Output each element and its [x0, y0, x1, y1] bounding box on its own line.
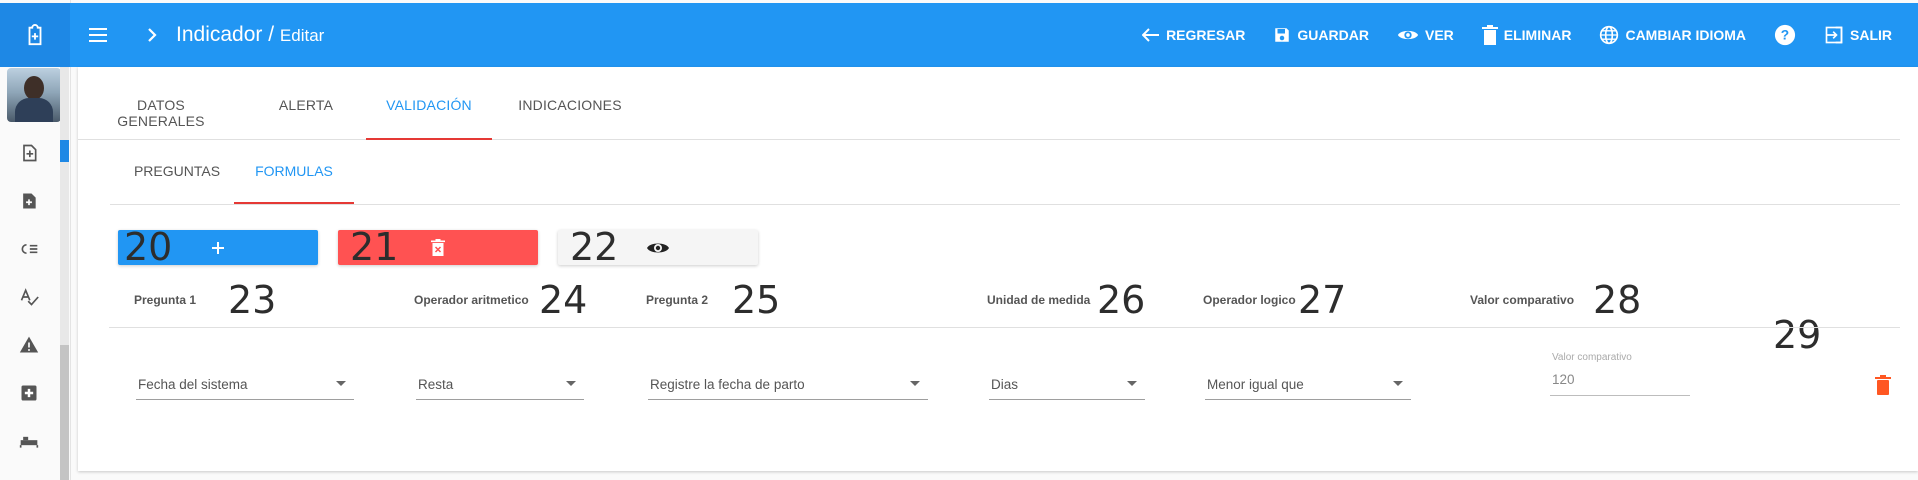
plus-icon [212, 241, 224, 254]
pregunta2-value: Registre la fecha de parto [650, 377, 805, 392]
dropdown-arrow-icon [910, 381, 920, 386]
top-app-bar: Indicador / Editar REGRESAR GUARDAR VER … [0, 3, 1918, 67]
sub-tabs: PREGUNTAS FORMULAS [110, 139, 1900, 205]
dropdown-arrow-icon [336, 381, 346, 386]
valor-comparativo-field[interactable] [1550, 365, 1690, 396]
breadcrumb-separator: / [268, 23, 275, 46]
clipboard-plus-icon[interactable] [0, 3, 70, 67]
globe-icon [1600, 25, 1619, 45]
eye-icon [1397, 30, 1419, 40]
bed-icon[interactable] [14, 426, 44, 456]
column-header-operador-logico: Operador logico [1203, 293, 1296, 307]
page-title-sub: Editar [279, 26, 325, 45]
delete-row-button[interactable] [1872, 373, 1894, 397]
save-button-label: GUARDAR [1297, 27, 1369, 43]
note-plus-icon[interactable] [14, 186, 44, 216]
logout-button-label: SALIR [1850, 27, 1892, 43]
column-header-valor-comparativo: Valor comparativo [1470, 293, 1575, 307]
warning-icon[interactable] [14, 330, 44, 360]
hamburger-menu-icon[interactable] [86, 23, 110, 47]
avatar-body [15, 98, 53, 122]
operador-aritmetico-select[interactable]: Resta [416, 369, 584, 400]
logout-button[interactable]: SALIR [1810, 15, 1906, 55]
back-button-label: REGRESAR [1166, 27, 1246, 43]
side-nav-scrollbar-thumb[interactable] [60, 345, 69, 480]
annotation-number: 20 [124, 225, 173, 269]
tab-alerta[interactable]: ALERTA [276, 97, 336, 139]
floppy-disk-icon [1275, 28, 1290, 42]
unidad-medida-value: Dias [991, 377, 1019, 392]
file-plus-icon[interactable] [14, 138, 44, 168]
delete-button[interactable]: ELIMINAR [1468, 15, 1586, 55]
help-button[interactable]: ? [1760, 15, 1810, 55]
unidad-medida-select[interactable]: Dias [989, 369, 1145, 400]
change-language-button[interactable]: CAMBIAR IDIOMA [1585, 15, 1760, 55]
tab-datos-generales[interactable]: DATOS GENERALES [96, 97, 226, 139]
avatar-head [24, 76, 44, 100]
subtab-formulas[interactable]: FORMULAS [234, 163, 354, 204]
annotation-number: 27 [1298, 278, 1347, 322]
operador-logico-value: Menor igual que [1207, 377, 1304, 392]
medical-cross-icon[interactable] [14, 378, 44, 408]
page-title: Indicador / Editar [176, 23, 324, 47]
annotation-number: 22 [570, 225, 619, 269]
tab-validacion[interactable]: VALIDACIÓN [366, 97, 492, 140]
dropdown-arrow-icon [1127, 381, 1137, 386]
page-title-main: Indicador [176, 23, 263, 46]
annotation-number: 25 [732, 278, 781, 322]
help-circle-icon: ? [1774, 24, 1796, 46]
annotation-number: 21 [350, 225, 399, 269]
delete-icon [431, 239, 445, 256]
column-header-pregunta2: Pregunta 2 [646, 293, 709, 307]
user-avatar[interactable] [7, 68, 61, 122]
trash-icon [1481, 25, 1498, 45]
active-nav-indicator [60, 140, 69, 162]
subtab-preguntas[interactable]: PREGUNTAS [124, 163, 230, 203]
view-button[interactable]: VER [1383, 15, 1468, 55]
side-nav [0, 0, 71, 480]
toolbar-actions: REGRESAR GUARDAR VER ELIMINAR CAMBIAR ID… [1128, 3, 1906, 67]
change-language-label: CAMBIAR IDIOMA [1625, 27, 1746, 43]
pregunta1-value: Fecha del sistema [138, 377, 248, 392]
delete-button-label: ELIMINAR [1503, 27, 1572, 43]
dropdown-arrow-icon [566, 381, 576, 386]
eye-icon [647, 243, 669, 252]
content-card: DATOS GENERALES ALERTA VALIDACIÓN INDICA… [78, 67, 1918, 471]
svg-text:?: ? [1781, 28, 1789, 43]
arrow-left-icon [1142, 28, 1160, 42]
trash-icon [1875, 375, 1891, 395]
dropdown-arrow-icon [1393, 381, 1403, 386]
save-button[interactable]: GUARDAR [1259, 15, 1383, 55]
header-divider [109, 327, 1900, 328]
spellcheck-icon[interactable] [14, 282, 44, 312]
annotation-number: 26 [1097, 278, 1146, 322]
column-header-unidad-medida: Unidad de medida [987, 293, 1091, 307]
column-header-operador-aritmetico: Operador aritmetico [414, 293, 529, 307]
tab-indicaciones[interactable]: INDICACIONES [510, 97, 630, 139]
exit-icon [1825, 26, 1843, 44]
back-button[interactable]: REGRESAR [1128, 15, 1259, 55]
annotation-number: 28 [1593, 278, 1642, 322]
pregunta2-select[interactable]: Registre la fecha de parto [648, 369, 928, 400]
annotation-number: 29 [1773, 313, 1822, 357]
pregunta1-select[interactable]: Fecha del sistema [136, 369, 354, 400]
main-tabs: DATOS GENERALES ALERTA VALIDACIÓN INDICA… [78, 67, 1900, 140]
valor-comparativo-label: Valor comparativo [1552, 352, 1632, 363]
operador-aritmetico-value: Resta [418, 377, 454, 392]
operador-logico-select[interactable]: Menor igual que [1205, 369, 1411, 400]
checklist-icon[interactable] [14, 234, 44, 264]
view-button-label: VER [1424, 27, 1454, 43]
annotation-number: 23 [228, 278, 277, 322]
column-header-pregunta1: Pregunta 1 [134, 293, 197, 307]
annotation-number: 24 [539, 278, 588, 322]
chevron-right-icon[interactable] [140, 23, 164, 47]
valor-comparativo-input[interactable] [1550, 365, 1690, 394]
